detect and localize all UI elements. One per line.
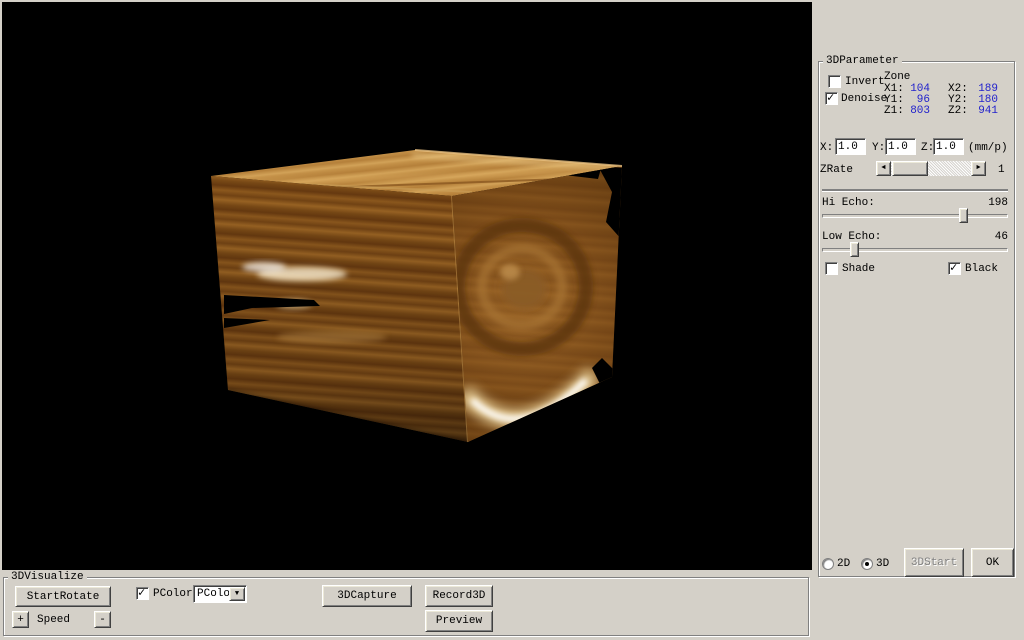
speed-minus-button[interactable]: - <box>94 611 111 628</box>
zrate-scroll-left-icon[interactable]: ◄ <box>876 161 891 176</box>
zrate-value: 1 <box>998 164 1005 177</box>
hi-echo-slider-thumb[interactable] <box>959 208 968 223</box>
black-checkbox[interactable]: ✓ <box>948 262 961 275</box>
black-label: Black <box>965 263 998 276</box>
shade-checkbox[interactable] <box>825 262 838 275</box>
scale-unit-label: (mm/p) <box>968 142 1008 155</box>
mode-3d-radio[interactable] <box>861 558 873 570</box>
hi-echo-value: 198 <box>970 197 1008 210</box>
invert-checkbox[interactable] <box>828 75 841 88</box>
preview-button[interactable]: Preview <box>425 610 493 632</box>
hi-echo-label: Hi Echo: <box>822 197 875 210</box>
x-scale-input[interactable] <box>835 138 866 155</box>
visualize-group-title: 3DVisualize <box>8 570 87 584</box>
capture-3d-button[interactable]: 3DCapture <box>322 585 412 607</box>
zrate-scrollbar[interactable]: ◄ ► <box>876 161 986 176</box>
y-scale-input[interactable] <box>885 138 916 155</box>
zone-row-z: Z1: 803 Z2: 941 <box>884 105 998 117</box>
zone-z1-value: 803 <box>910 105 930 117</box>
x-scale-label: X: <box>820 142 833 155</box>
z-scale-input[interactable] <box>933 138 964 155</box>
zrate-scroll-right-icon[interactable]: ► <box>971 161 986 176</box>
low-echo-value: 46 <box>970 231 1008 244</box>
speed-label: Speed <box>37 614 70 627</box>
speed-plus-button[interactable]: + <box>12 611 29 628</box>
zone-z1-label: Z1: <box>884 105 910 117</box>
parameter-separator <box>822 189 1008 191</box>
pcolor-checkbox-label: PColor <box>153 588 193 601</box>
hi-echo-slider-track[interactable] <box>822 214 1008 218</box>
ok-button[interactable]: OK <box>971 548 1014 577</box>
mode-2d-radio[interactable] <box>822 558 834 570</box>
denoise-checkbox[interactable]: ✓ <box>825 92 838 105</box>
invert-label: Invert <box>845 76 885 89</box>
mode-2d-label: 2D <box>837 558 850 571</box>
zrate-label: ZRate <box>820 164 853 177</box>
dropdown-arrow-icon[interactable]: ▼ <box>229 587 245 601</box>
checkmark-icon: ✓ <box>827 91 834 105</box>
checkmark-icon: ✓ <box>138 586 145 600</box>
ultrasound-volume-render <box>2 2 812 570</box>
render-viewport[interactable] <box>2 2 812 570</box>
low-echo-slider-thumb[interactable] <box>850 242 859 257</box>
shade-label: Shade <box>842 263 875 276</box>
record-3d-button[interactable]: Record3D <box>425 585 493 607</box>
zrate-scrollbar-thumb[interactable] <box>892 161 928 176</box>
start-3d-button[interactable]: 3DStart <box>904 548 964 577</box>
checkmark-icon: ✓ <box>950 261 957 275</box>
app-window: 3DParameter Invert ✓ Denoise Zone X1: 10… <box>0 0 1024 640</box>
zone-z2-label: Z2: <box>948 105 974 117</box>
zone-z2-value: 941 <box>974 105 998 117</box>
y-scale-label: Y: <box>872 142 885 155</box>
pcolor-checkbox[interactable]: ✓ <box>136 587 149 600</box>
zrate-scrollbar-track[interactable] <box>891 161 971 176</box>
denoise-label: Denoise <box>841 93 887 106</box>
pcolor-dropdown[interactable]: PColor ▼ <box>193 585 247 603</box>
mode-3d-label: 3D <box>876 558 889 571</box>
start-rotate-button[interactable]: StartRotate <box>15 586 111 607</box>
parameter-group-title: 3DParameter <box>823 54 902 68</box>
